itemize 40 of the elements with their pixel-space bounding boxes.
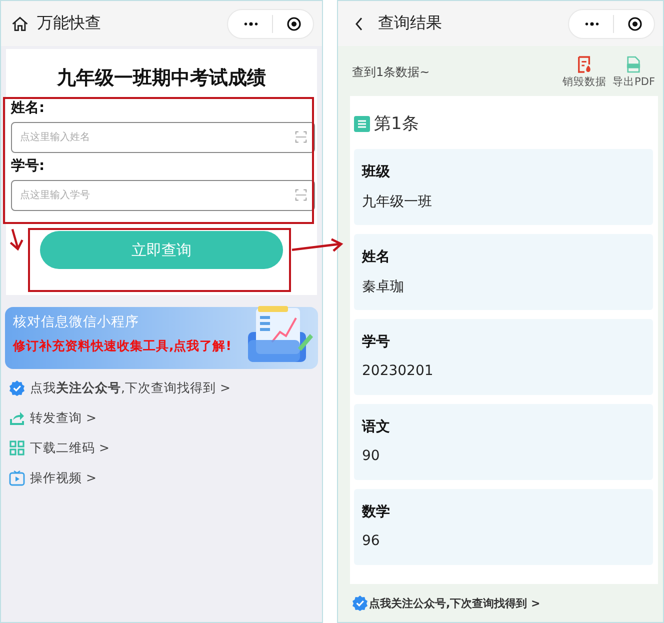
field-value: 90 bbox=[362, 448, 381, 464]
record-title: 第1条 bbox=[374, 113, 419, 135]
input-field[interactable]: 点这里输入学号 bbox=[11, 180, 315, 211]
scan-icon[interactable] bbox=[295, 189, 307, 201]
field-label: 班级 bbox=[362, 163, 391, 181]
page-title: 查询结果 bbox=[378, 13, 443, 34]
pdf-file-icon bbox=[626, 56, 642, 72]
field-value: 20230201 bbox=[362, 363, 434, 379]
action-button[interactable]: 导出PDF bbox=[612, 56, 655, 88]
home-icon[interactable] bbox=[11, 14, 29, 32]
banner-title: 核对信息微信小程序 bbox=[13, 313, 140, 331]
field-value: 九年级一班 bbox=[362, 193, 433, 211]
field-label: 语文 bbox=[362, 418, 391, 436]
link-text[interactable]: 转发查询 > bbox=[30, 410, 96, 426]
link-text[interactable]: 下载二维码 > bbox=[30, 440, 110, 456]
action-button[interactable]: 销毁数据 bbox=[562, 56, 607, 88]
arrow bbox=[291, 238, 345, 254]
result-count: 查到1条数据~ bbox=[352, 64, 430, 80]
list-icon bbox=[354, 116, 370, 132]
field-label: 姓名: bbox=[11, 99, 46, 117]
field-value: 96 bbox=[362, 533, 381, 549]
banner-subtitle: 修订补充资料快速收集工具,点我了解! bbox=[13, 338, 232, 355]
follow-link[interactable]: 点我关注公众号,下次查询找得到 > bbox=[369, 596, 540, 610]
verified-badge-icon bbox=[9, 380, 25, 396]
link-text[interactable]: 操作视频 > bbox=[30, 470, 96, 486]
video-icon bbox=[9, 470, 25, 486]
input-field[interactable]: 点这里输入姓名 bbox=[11, 122, 315, 153]
field-label: 数学 bbox=[362, 503, 391, 521]
page-title: 万能快查 bbox=[37, 13, 102, 34]
field-value: 秦卓珈 bbox=[362, 278, 405, 296]
link-text[interactable]: 点我关注公众号,下次查询找得到 > bbox=[30, 380, 230, 396]
scan-icon[interactable] bbox=[295, 131, 307, 143]
qr-code-icon bbox=[9, 440, 25, 456]
share-icon bbox=[9, 410, 25, 426]
field-label: 学号 bbox=[362, 333, 391, 351]
field-label: 学号: bbox=[11, 157, 46, 175]
form-title: 九年级一班期中考试成绩 bbox=[56, 66, 267, 91]
verified-badge-icon bbox=[352, 595, 368, 611]
field-label: 姓名 bbox=[362, 248, 391, 266]
arrow bbox=[7, 227, 25, 253]
